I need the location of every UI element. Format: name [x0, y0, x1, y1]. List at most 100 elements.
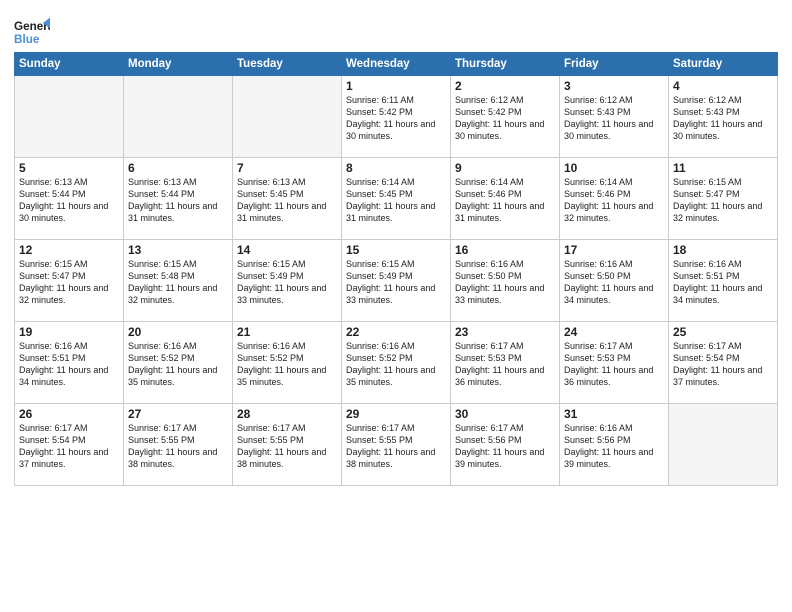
- calendar-cell: 29Sunrise: 6:17 AMSunset: 5:55 PMDayligh…: [342, 404, 451, 486]
- weekday-header-monday: Monday: [124, 53, 233, 76]
- calendar-cell: 7Sunrise: 6:13 AMSunset: 5:45 PMDaylight…: [233, 158, 342, 240]
- calendar-cell: 18Sunrise: 6:16 AMSunset: 5:51 PMDayligh…: [669, 240, 778, 322]
- weekday-header-tuesday: Tuesday: [233, 53, 342, 76]
- weekday-header-thursday: Thursday: [451, 53, 560, 76]
- calendar-cell: 9Sunrise: 6:14 AMSunset: 5:46 PMDaylight…: [451, 158, 560, 240]
- day-info: Sunrise: 6:14 AMSunset: 5:45 PMDaylight:…: [346, 176, 446, 225]
- calendar-cell: 20Sunrise: 6:16 AMSunset: 5:52 PMDayligh…: [124, 322, 233, 404]
- day-info: Sunrise: 6:16 AMSunset: 5:52 PMDaylight:…: [346, 340, 446, 389]
- day-number: 14: [237, 243, 337, 257]
- day-info: Sunrise: 6:16 AMSunset: 5:51 PMDaylight:…: [673, 258, 773, 307]
- day-info: Sunrise: 6:13 AMSunset: 5:45 PMDaylight:…: [237, 176, 337, 225]
- week-row-4: 19Sunrise: 6:16 AMSunset: 5:51 PMDayligh…: [15, 322, 778, 404]
- day-number: 19: [19, 325, 119, 339]
- calendar-cell: 14Sunrise: 6:15 AMSunset: 5:49 PMDayligh…: [233, 240, 342, 322]
- day-number: 29: [346, 407, 446, 421]
- calendar-cell: 25Sunrise: 6:17 AMSunset: 5:54 PMDayligh…: [669, 322, 778, 404]
- calendar-cell: 12Sunrise: 6:15 AMSunset: 5:47 PMDayligh…: [15, 240, 124, 322]
- calendar-cell: 8Sunrise: 6:14 AMSunset: 5:45 PMDaylight…: [342, 158, 451, 240]
- calendar-cell: 22Sunrise: 6:16 AMSunset: 5:52 PMDayligh…: [342, 322, 451, 404]
- weekday-header-saturday: Saturday: [669, 53, 778, 76]
- calendar-cell: 24Sunrise: 6:17 AMSunset: 5:53 PMDayligh…: [560, 322, 669, 404]
- day-info: Sunrise: 6:17 AMSunset: 5:53 PMDaylight:…: [564, 340, 664, 389]
- day-number: 30: [455, 407, 555, 421]
- page-container: General Blue SundayMondayTuesdayWednesda…: [0, 0, 792, 492]
- svg-text:Blue: Blue: [14, 33, 40, 46]
- day-number: 12: [19, 243, 119, 257]
- calendar-cell: 10Sunrise: 6:14 AMSunset: 5:46 PMDayligh…: [560, 158, 669, 240]
- week-row-1: 1Sunrise: 6:11 AMSunset: 5:42 PMDaylight…: [15, 76, 778, 158]
- calendar-cell: 17Sunrise: 6:16 AMSunset: 5:50 PMDayligh…: [560, 240, 669, 322]
- weekday-header-sunday: Sunday: [15, 53, 124, 76]
- calendar-cell: 23Sunrise: 6:17 AMSunset: 5:53 PMDayligh…: [451, 322, 560, 404]
- logo: General Blue: [14, 14, 50, 50]
- logo-icon: General Blue: [14, 14, 50, 50]
- day-number: 3: [564, 79, 664, 93]
- calendar-table: SundayMondayTuesdayWednesdayThursdayFrid…: [14, 52, 778, 486]
- day-number: 13: [128, 243, 228, 257]
- day-number: 4: [673, 79, 773, 93]
- calendar-cell: 28Sunrise: 6:17 AMSunset: 5:55 PMDayligh…: [233, 404, 342, 486]
- day-info: Sunrise: 6:13 AMSunset: 5:44 PMDaylight:…: [19, 176, 119, 225]
- calendar-cell: 5Sunrise: 6:13 AMSunset: 5:44 PMDaylight…: [15, 158, 124, 240]
- weekday-header-row: SundayMondayTuesdayWednesdayThursdayFrid…: [15, 53, 778, 76]
- day-info: Sunrise: 6:16 AMSunset: 5:56 PMDaylight:…: [564, 422, 664, 471]
- day-info: Sunrise: 6:16 AMSunset: 5:52 PMDaylight:…: [237, 340, 337, 389]
- day-number: 11: [673, 161, 773, 175]
- day-number: 2: [455, 79, 555, 93]
- day-number: 16: [455, 243, 555, 257]
- calendar-cell: 3Sunrise: 6:12 AMSunset: 5:43 PMDaylight…: [560, 76, 669, 158]
- day-number: 5: [19, 161, 119, 175]
- day-number: 1: [346, 79, 446, 93]
- calendar-cell: 21Sunrise: 6:16 AMSunset: 5:52 PMDayligh…: [233, 322, 342, 404]
- day-info: Sunrise: 6:12 AMSunset: 5:43 PMDaylight:…: [564, 94, 664, 143]
- calendar-cell: 19Sunrise: 6:16 AMSunset: 5:51 PMDayligh…: [15, 322, 124, 404]
- day-info: Sunrise: 6:17 AMSunset: 5:56 PMDaylight:…: [455, 422, 555, 471]
- day-info: Sunrise: 6:17 AMSunset: 5:55 PMDaylight:…: [346, 422, 446, 471]
- day-info: Sunrise: 6:17 AMSunset: 5:55 PMDaylight:…: [128, 422, 228, 471]
- day-info: Sunrise: 6:16 AMSunset: 5:50 PMDaylight:…: [455, 258, 555, 307]
- day-number: 23: [455, 325, 555, 339]
- day-number: 15: [346, 243, 446, 257]
- calendar-cell: 1Sunrise: 6:11 AMSunset: 5:42 PMDaylight…: [342, 76, 451, 158]
- day-number: 28: [237, 407, 337, 421]
- week-row-3: 12Sunrise: 6:15 AMSunset: 5:47 PMDayligh…: [15, 240, 778, 322]
- day-number: 31: [564, 407, 664, 421]
- weekday-header-friday: Friday: [560, 53, 669, 76]
- calendar-cell: [124, 76, 233, 158]
- week-row-5: 26Sunrise: 6:17 AMSunset: 5:54 PMDayligh…: [15, 404, 778, 486]
- day-info: Sunrise: 6:15 AMSunset: 5:47 PMDaylight:…: [673, 176, 773, 225]
- calendar-cell: [233, 76, 342, 158]
- calendar-cell: 13Sunrise: 6:15 AMSunset: 5:48 PMDayligh…: [124, 240, 233, 322]
- day-number: 17: [564, 243, 664, 257]
- day-number: 20: [128, 325, 228, 339]
- day-number: 8: [346, 161, 446, 175]
- day-info: Sunrise: 6:15 AMSunset: 5:49 PMDaylight:…: [346, 258, 446, 307]
- day-info: Sunrise: 6:13 AMSunset: 5:44 PMDaylight:…: [128, 176, 228, 225]
- calendar-cell: 26Sunrise: 6:17 AMSunset: 5:54 PMDayligh…: [15, 404, 124, 486]
- day-info: Sunrise: 6:17 AMSunset: 5:54 PMDaylight:…: [673, 340, 773, 389]
- calendar-cell: 16Sunrise: 6:16 AMSunset: 5:50 PMDayligh…: [451, 240, 560, 322]
- day-info: Sunrise: 6:14 AMSunset: 5:46 PMDaylight:…: [564, 176, 664, 225]
- day-info: Sunrise: 6:16 AMSunset: 5:50 PMDaylight:…: [564, 258, 664, 307]
- day-info: Sunrise: 6:15 AMSunset: 5:48 PMDaylight:…: [128, 258, 228, 307]
- calendar-cell: [669, 404, 778, 486]
- calendar-cell: 15Sunrise: 6:15 AMSunset: 5:49 PMDayligh…: [342, 240, 451, 322]
- day-number: 22: [346, 325, 446, 339]
- day-number: 24: [564, 325, 664, 339]
- day-info: Sunrise: 6:17 AMSunset: 5:53 PMDaylight:…: [455, 340, 555, 389]
- day-number: 9: [455, 161, 555, 175]
- day-info: Sunrise: 6:12 AMSunset: 5:42 PMDaylight:…: [455, 94, 555, 143]
- day-number: 21: [237, 325, 337, 339]
- calendar-cell: 30Sunrise: 6:17 AMSunset: 5:56 PMDayligh…: [451, 404, 560, 486]
- calendar-cell: 11Sunrise: 6:15 AMSunset: 5:47 PMDayligh…: [669, 158, 778, 240]
- day-info: Sunrise: 6:17 AMSunset: 5:54 PMDaylight:…: [19, 422, 119, 471]
- day-info: Sunrise: 6:17 AMSunset: 5:55 PMDaylight:…: [237, 422, 337, 471]
- day-info: Sunrise: 6:14 AMSunset: 5:46 PMDaylight:…: [455, 176, 555, 225]
- day-number: 25: [673, 325, 773, 339]
- day-info: Sunrise: 6:16 AMSunset: 5:51 PMDaylight:…: [19, 340, 119, 389]
- day-number: 6: [128, 161, 228, 175]
- day-number: 7: [237, 161, 337, 175]
- weekday-header-wednesday: Wednesday: [342, 53, 451, 76]
- day-number: 18: [673, 243, 773, 257]
